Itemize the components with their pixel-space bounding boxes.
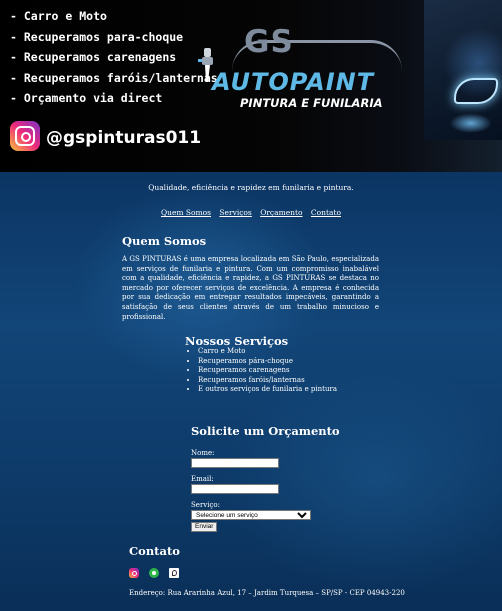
car-headlight — [454, 78, 498, 104]
name-label: Nome: — [191, 449, 215, 457]
instagram-handle: @gspinturas011 — [46, 128, 202, 148]
email-field[interactable] — [191, 484, 279, 494]
service-item: Recuperamos carenagens — [198, 366, 337, 376]
quote-form: Nome: Email: Serviço: Selecione um servi… — [191, 449, 311, 532]
service-item: Recuperamos faróis/lanternas — [198, 376, 337, 386]
quote-heading: Solicite um Orçamento — [191, 424, 340, 438]
logo-subtitle: PINTURA E FUNILARIA — [240, 96, 383, 110]
service-item: Recuperamos pára-choque — [198, 357, 337, 367]
nav-link-quem-somos[interactable]: Quem Somos — [161, 208, 211, 217]
services-list: Carro e Moto Recuperamos pára-choque Rec… — [189, 347, 337, 395]
main-nav: Quem Somos Serviços Orçamento Contato — [0, 208, 502, 217]
submit-button[interactable]: Enviar — [191, 522, 218, 532]
service-select[interactable]: Selecione um serviço — [191, 510, 311, 520]
banner-feature: - Orçamento via direct — [10, 91, 163, 105]
service-item: Carro e Moto — [198, 347, 337, 357]
logo-gs-text: GS — [244, 24, 294, 60]
services-heading: Nossos Serviços — [185, 334, 289, 348]
logo-autopaint-text: AUTOPAINT — [212, 68, 375, 96]
contact-icons — [129, 568, 184, 579]
nav-link-servicos[interactable]: Serviços — [219, 208, 251, 217]
address-text: Endereço: Rua Ararinha Azul, 17 – Jardim… — [129, 589, 405, 597]
autopaint-logo: GS AUTOPAINT PINTURA E FUNILARIA — [196, 22, 412, 114]
tagline: Qualidade, eficiência e rapidez em funil… — [148, 183, 354, 192]
about-heading: Quem Somos — [122, 234, 207, 248]
banner: - Carro e Moto - Recuperamos para-choque… — [0, 0, 502, 172]
banner-feature: - Recuperamos faróis/lanternas — [10, 70, 218, 85]
instagram-icon[interactable] — [129, 568, 139, 578]
about-paragraph: A GS PINTURAS é uma empresa localizada e… — [122, 255, 379, 321]
name-field[interactable] — [191, 458, 279, 468]
banner-feature-list: - Carro e Moto - Recuperamos para-choque… — [10, 6, 218, 109]
instagram-icon — [10, 121, 40, 151]
whatsapp-icon[interactable] — [149, 568, 160, 578]
service-item: E outros serviços de funilaria e pintura — [198, 385, 337, 395]
banner-feature: - Recuperamos carenagens — [10, 50, 177, 64]
nav-link-orcamento[interactable]: Orçamento — [260, 208, 302, 217]
contact-heading: Contato — [129, 544, 180, 558]
car-photo — [424, 0, 502, 140]
service-label: Serviço: — [191, 501, 220, 509]
banner-feature: - Carro e Moto — [10, 9, 107, 23]
nav-link-contato[interactable]: Contato — [311, 208, 341, 217]
map-icon[interactable] — [169, 568, 180, 578]
email-label: Email: — [191, 475, 214, 483]
banner-feature: - Recuperamos para-choque — [10, 29, 184, 44]
